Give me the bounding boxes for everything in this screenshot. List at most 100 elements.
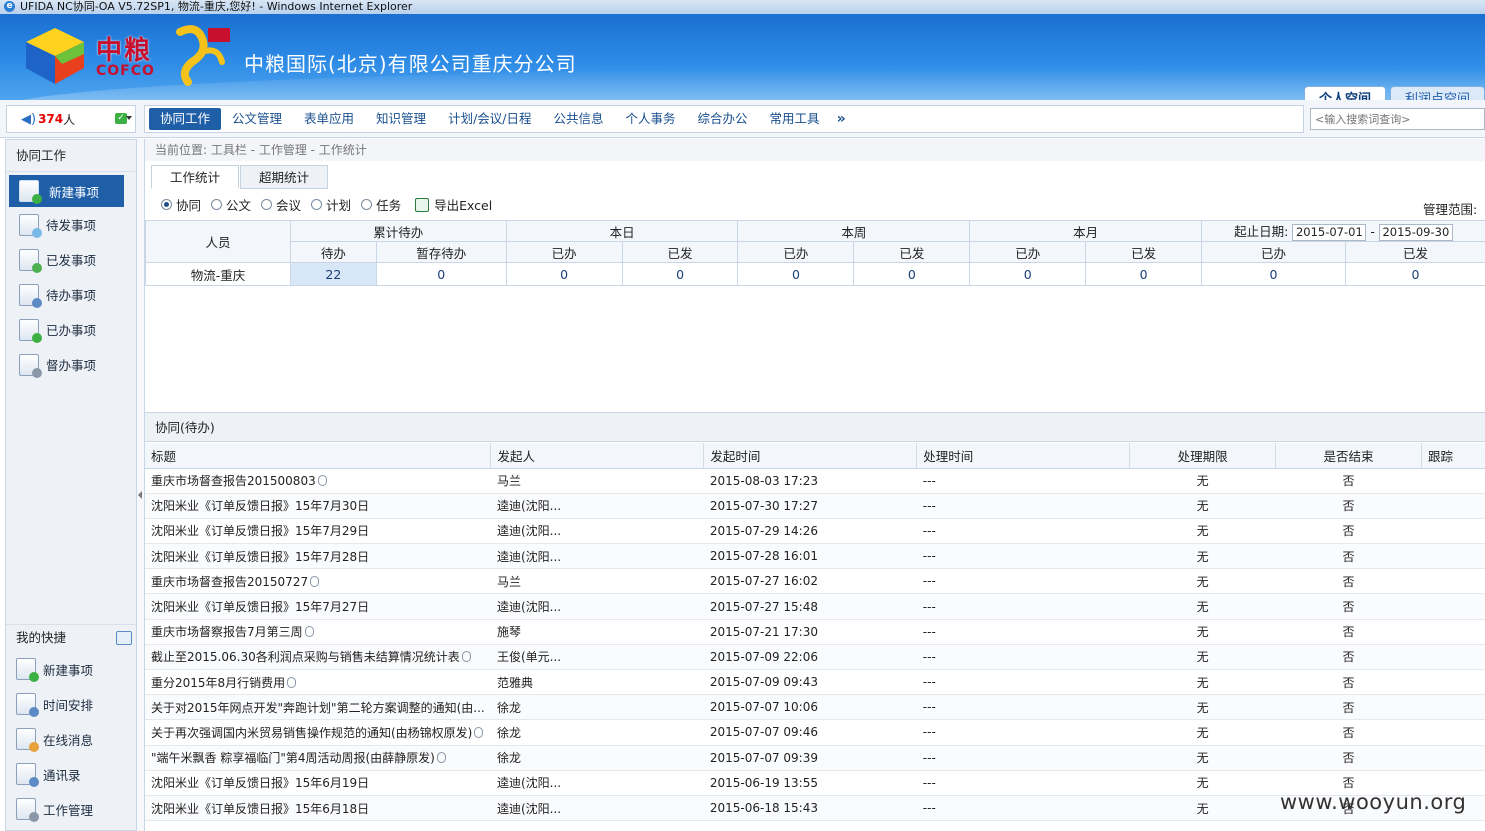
work-management-icon <box>16 798 39 822</box>
nav-item-plan[interactable]: 计划/会议/日程 <box>437 108 542 130</box>
stats-value[interactable]: 0 <box>1085 262 1203 286</box>
nav-item-public[interactable]: 公共信息 <box>543 108 615 130</box>
nav-item-forms[interactable]: 表单应用 <box>293 108 365 130</box>
col-track[interactable]: 跟踪 <box>1421 443 1485 469</box>
row-handled: --- <box>916 593 1130 620</box>
table-row[interactable]: 沈阳米业《订单反馈日报》15年7月29日 逵迪(沈阳... 2015-07-29 1… <box>145 518 1485 545</box>
table-row[interactable]: 重庆市场督察报告7月第三周 施琴 2015-07-21 17:30 --- 无否 <box>145 619 1485 645</box>
sidebar-item-todo[interactable]: 待办事项 <box>6 277 136 312</box>
row-title[interactable]: "端午米飘香 粽享福临门"第4周活动周报(由薛静原发) <box>145 745 491 771</box>
col-handled[interactable]: 处理时间 <box>916 443 1131 469</box>
row-title[interactable]: 截止至2015.06.30各利润点采购与销售未结算情况统计表 <box>145 644 491 671</box>
list-panel-title: 协同(待办) <box>145 412 1485 442</box>
quick-item-work-mgmt[interactable]: 工作管理 <box>6 792 136 827</box>
radio-icon[interactable] <box>311 199 323 210</box>
radio-icon[interactable] <box>211 199 223 210</box>
collapse-arrow-icon[interactable] <box>138 491 142 499</box>
col-time[interactable]: 发起时间 <box>703 443 918 469</box>
stats-value[interactable]: 0 <box>505 262 623 286</box>
row-time: 2015-07-29 14:26 <box>703 518 917 545</box>
row-title[interactable]: 沈阳米业《订单反馈日报》15年7月27日 <box>145 593 491 620</box>
online-users-box[interactable]: ◀) 374 人 ✓ <box>6 105 136 133</box>
table-row[interactable]: 重庆市场督查报告20150727 马兰 2015-07-27 16:02 --- 无否 <box>145 568 1485 595</box>
table-row[interactable]: "端午米飘香 粽享福临门"第4周活动周报(由薛静原发) 徐龙 2015-07-07 … <box>145 745 1485 771</box>
col-deadline[interactable]: 处理期限 <box>1129 443 1277 469</box>
sidebar-item-new[interactable]: 新建事项 <box>9 175 124 207</box>
tab-work-stats[interactable]: 工作统计 <box>151 165 239 189</box>
nav-item-office[interactable]: 综合办公 <box>687 108 759 130</box>
row-ended: 否 <box>1275 719 1422 746</box>
stats-value[interactable]: 0 <box>969 262 1087 286</box>
stats-value[interactable]: 22 <box>289 262 377 286</box>
table-row[interactable]: 重分2015年8月行销费用 范雅典 2015-07-09 09:43 --- 无否 <box>145 669 1485 696</box>
stats-value[interactable]: 0 <box>1201 262 1346 286</box>
filter-plan[interactable]: 计划 <box>311 195 351 214</box>
filter-doc[interactable]: 公文 <box>211 195 251 214</box>
table-row[interactable]: 沈阳米业《订单反馈日报》15年7月28日 逵迪(沈阳... 2015-07-28 1… <box>145 543 1485 570</box>
paperclip-icon <box>317 475 327 487</box>
table-row[interactable]: 沈阳米业《订单反馈日报》15年7月27日 逵迪(沈阳... 2015-07-27 1… <box>145 593 1485 620</box>
search-input[interactable] <box>1310 108 1485 130</box>
row-title[interactable]: 沈阳米业《订单反馈日报》15年7月30日 <box>145 493 491 519</box>
tab-profit-space[interactable]: 利润点空间 <box>1389 86 1485 100</box>
stats-value[interactable]: 0 <box>621 262 739 286</box>
row-title[interactable]: 关于对2015年网点开发"奔跑计划"第二轮方案调整的通知(由... <box>145 694 491 721</box>
sub-done: 已办 <box>737 241 855 263</box>
row-time: 2015-07-28 16:01 <box>703 543 917 570</box>
nav-item-docs[interactable]: 公文管理 <box>221 108 293 130</box>
row-title[interactable]: 沈阳米业《订单反馈日报》15年6月19日 <box>145 770 491 796</box>
quick-item-contacts[interactable]: 通讯录 <box>6 757 136 792</box>
sidebar-item-pending-send[interactable]: 待发事项 <box>6 207 136 242</box>
row-title[interactable]: 沈阳米业《订单反馈日报》15年7月28日 <box>145 543 491 570</box>
chevron-down-icon[interactable] <box>126 116 132 120</box>
stats-value[interactable]: 0 <box>737 262 855 286</box>
radio-icon[interactable] <box>161 199 172 210</box>
nav-item-collab[interactable]: 协同工作 <box>149 108 222 130</box>
row-title[interactable]: 重庆市场督查报告201500803 <box>145 468 491 494</box>
stats-value[interactable]: 0 <box>375 262 507 286</box>
table-row[interactable]: 重庆市场督查报告201500803 马兰 2015-08-03 17:23 --- 无否 <box>145 468 1485 494</box>
row-title[interactable]: 重分2015年8月行销费用 <box>145 669 491 696</box>
sidebar-item-supervise[interactable]: 督办事项 <box>6 347 136 382</box>
row-track <box>1421 543 1485 570</box>
tab-overdue-stats[interactable]: 超期统计 <box>240 165 328 189</box>
export-excel-button[interactable]: 导出Excel <box>415 195 492 214</box>
radio-icon[interactable] <box>361 199 373 210</box>
date-from-input[interactable]: 2015-07-01 <box>1292 224 1367 241</box>
stats-value[interactable]: 0 <box>1345 262 1485 286</box>
table-row[interactable]: 沈阳米业《订单反馈日报》15年7月30日 逵迪(沈阳... 2015-07-30 1… <box>145 493 1485 519</box>
sidebar-item-sent[interactable]: 已发事项 <box>6 242 136 277</box>
row-deadline: 无 <box>1129 543 1276 570</box>
sidebar-item-done[interactable]: 已办事项 <box>6 312 136 347</box>
filter-collab[interactable]: 协同 <box>161 195 201 214</box>
nav-item-knowledge[interactable]: 知识管理 <box>365 108 437 130</box>
quick-item-schedule[interactable]: 时间安排 <box>6 687 136 722</box>
row-title[interactable]: 重庆市场督查报告20150727 <box>145 568 491 595</box>
nav-item-personal[interactable]: 个人事务 <box>615 108 687 130</box>
row-title[interactable]: 沈阳米业《订单反馈日报》15年7月29日 <box>145 518 491 545</box>
sidebar-splitter[interactable] <box>137 139 144 831</box>
quick-item-messages[interactable]: 在线消息 <box>6 722 136 757</box>
filter-task[interactable]: 任务 <box>361 195 401 214</box>
nav-more-icon[interactable]: » <box>831 111 846 127</box>
table-row[interactable]: 截止至2015.06.30各利润点采购与销售未结算情况统计表 王俊(单元... 20… <box>145 644 1485 671</box>
col-ended[interactable]: 是否结束 <box>1275 443 1422 469</box>
col-title[interactable]: 标题 <box>145 443 492 469</box>
tab-personal-space[interactable]: 个人空间 <box>1303 86 1386 100</box>
stats-value[interactable]: 0 <box>853 262 971 286</box>
radio-icon[interactable] <box>261 199 273 210</box>
row-track <box>1421 518 1485 545</box>
sidebar-item-label: 待办事项 <box>46 288 97 303</box>
sub-sent: 已发 <box>1345 241 1485 263</box>
row-title[interactable]: 重庆市场督察报告7月第三周 <box>145 619 491 645</box>
quick-item-new[interactable]: 新建事项 <box>6 652 136 687</box>
row-title[interactable]: 关于再次强调国内米贸易销售操作规范的通知(由杨锦权原发) <box>145 719 491 746</box>
row-title[interactable]: 沈阳米业《订单反馈日报》15年6月18日 <box>145 795 491 822</box>
table-row[interactable]: 关于再次强调国内米贸易销售操作规范的通知(由杨锦权原发) 徐龙 2015-07-07… <box>145 719 1485 746</box>
col-sender[interactable]: 发起人 <box>490 443 705 469</box>
nav-item-tools[interactable]: 常用工具 <box>759 108 831 130</box>
table-row[interactable]: 关于对2015年网点开发"奔跑计划"第二轮方案调整的通知(由... 徐龙 2015-… <box>145 694 1485 721</box>
quick-settings-icon[interactable] <box>116 631 132 645</box>
filter-meeting[interactable]: 会议 <box>261 195 301 214</box>
date-to-input[interactable]: 2015-09-30 <box>1378 224 1453 241</box>
